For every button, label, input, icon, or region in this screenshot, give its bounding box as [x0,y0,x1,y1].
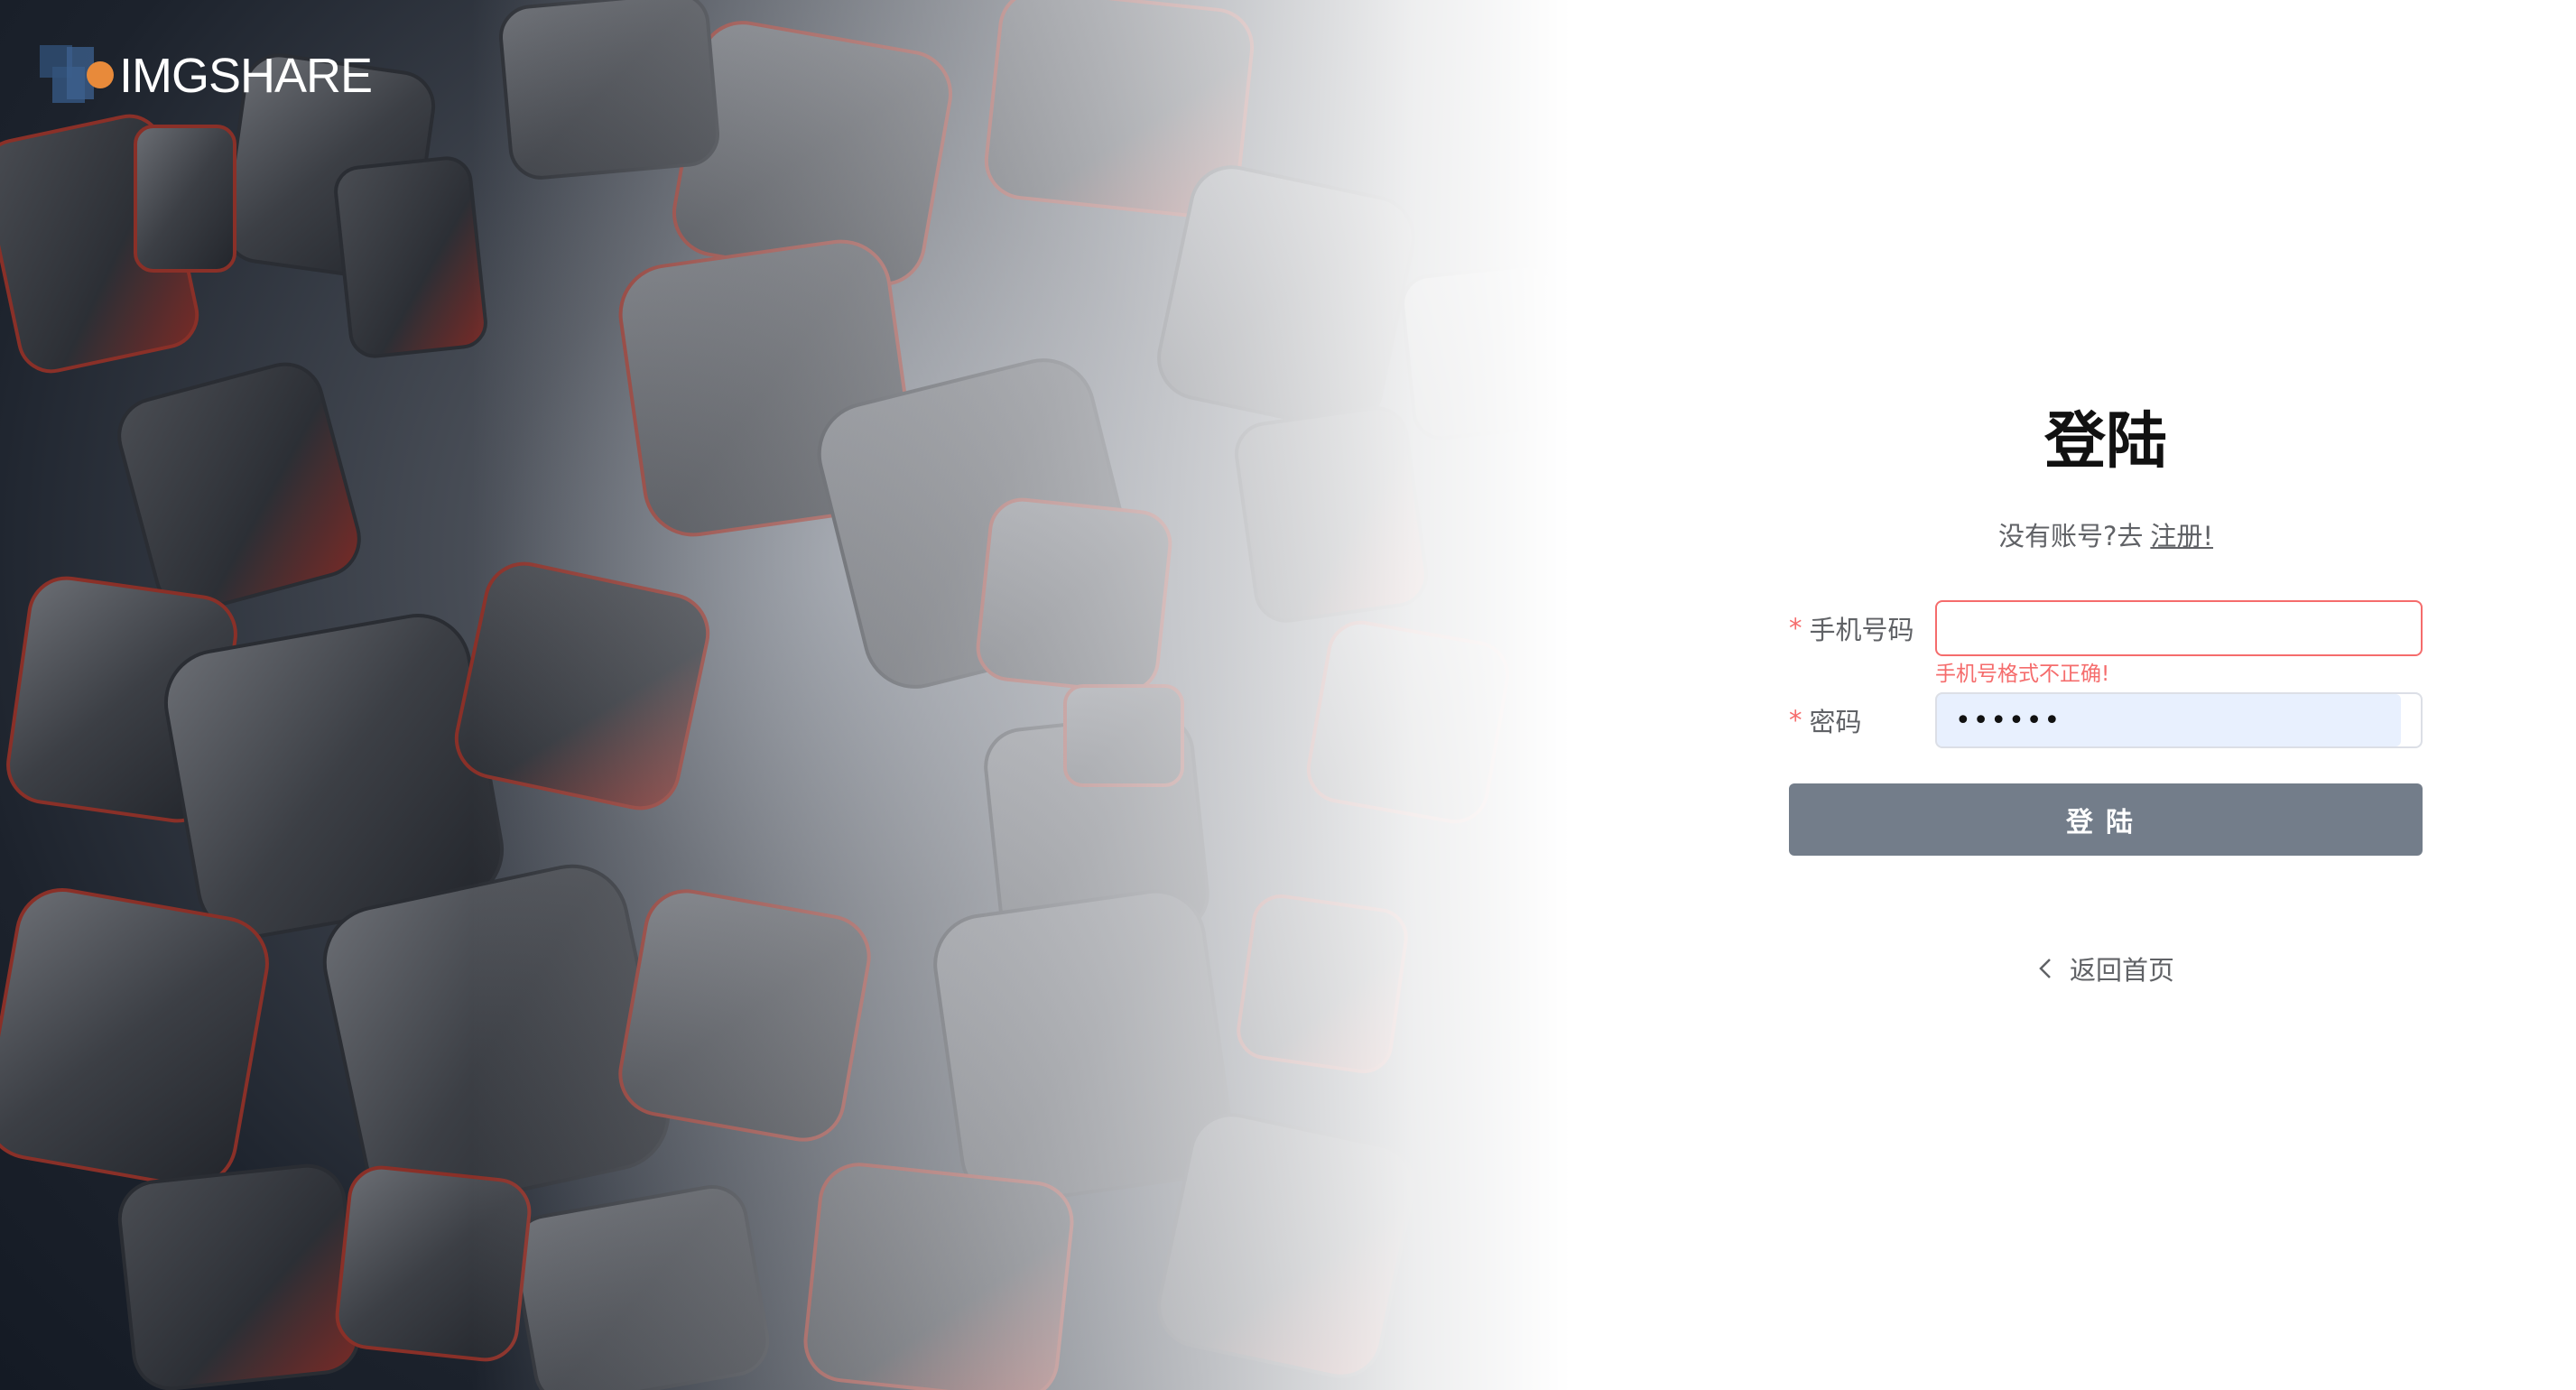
back-home-label: 返回首页 [2069,955,2174,986]
back-home-link[interactable]: 返回首页 [1789,950,2423,987]
hero-fade-overlay [0,0,1571,1390]
login-form: * 手机号码 手机号格式不正确! * 密码 登陆 [1789,599,2423,856]
logo-icon [40,40,114,112]
chevron-left-icon [2039,959,2051,978]
password-input[interactable] [1935,692,2423,748]
password-row: * 密码 [1789,691,2423,749]
phone-error-message: 手机号格式不正确! [1935,663,2110,686]
phone-input[interactable] [1935,600,2423,656]
register-prompt: 没有账号?去 注册! [1789,518,2423,554]
page-title: 登陆 [2043,406,2167,477]
phone-row: * 手机号码 [1789,599,2423,657]
logo-text: IMGSHARE [119,49,373,103]
required-mark: * [1789,705,1802,736]
register-link[interactable]: 注册! [2150,521,2213,551]
login-page: IMGSHARE 登陆 没有账号?去 注册! * 手机号码 手机号格式不正确! *… [0,0,2576,1390]
register-prompt-text: 没有账号?去 [1997,521,2144,551]
phone-label-text: 手机号码 [1809,615,1914,645]
required-mark: * [1789,613,1802,644]
login-button[interactable]: 登陆 [1789,783,2423,856]
phone-label: * 手机号码 [1789,609,1935,647]
hero-image: IMGSHARE [0,0,1571,1390]
password-label: * 密码 [1789,701,1935,739]
password-label-text: 密码 [1809,707,1862,737]
login-panel: 登陆 没有账号?去注册! * 手机号码 手机号格式不正确! * 密码 登陆 [1789,397,2423,987]
brand-logo[interactable]: IMGSHARE [40,40,373,112]
